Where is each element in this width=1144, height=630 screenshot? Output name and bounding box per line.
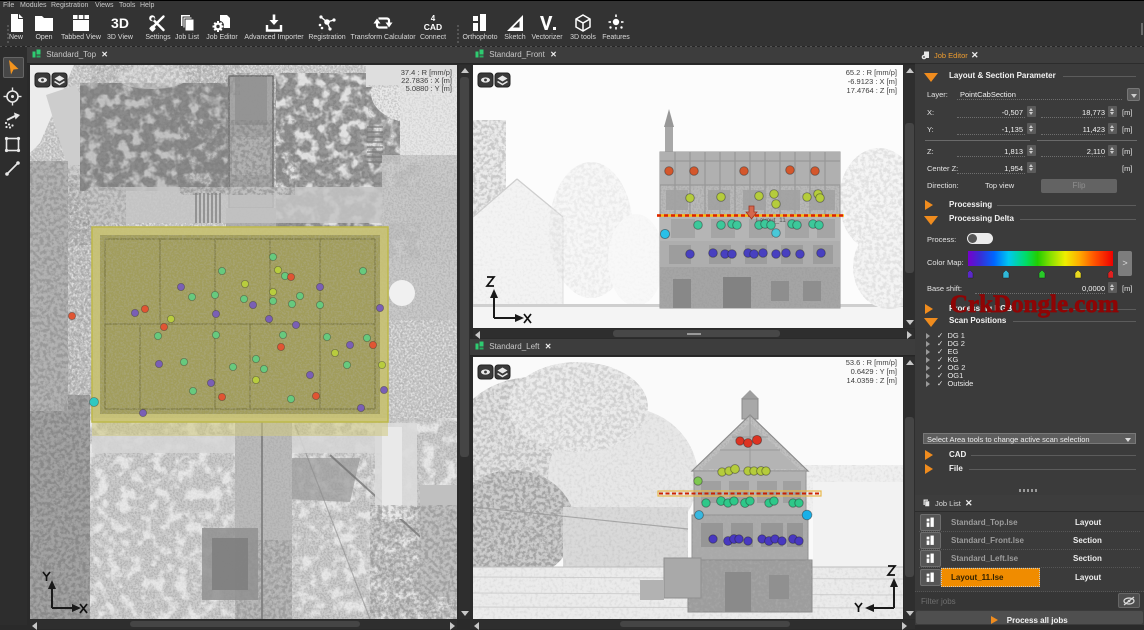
svg-text:65.2 : R [mm/p]: 65.2 : R [mm/p] [846, 68, 897, 77]
svg-text:0.6429 : Y [m]: 0.6429 : Y [m] [851, 367, 897, 376]
svg-text:53.6 : R [mm/p]: 53.6 : R [mm/p] [846, 358, 897, 367]
svg-text:5.0880 : Y [m]: 5.0880 : Y [m] [406, 84, 452, 93]
svg-text:17.4764 : Z [m]: 17.4764 : Z [m] [847, 86, 897, 95]
svg-text:14.0359 : Z [m]: 14.0359 : Z [m] [847, 376, 897, 385]
svg-text:-6.9123 : X [m]: -6.9123 : X [m] [848, 77, 897, 86]
